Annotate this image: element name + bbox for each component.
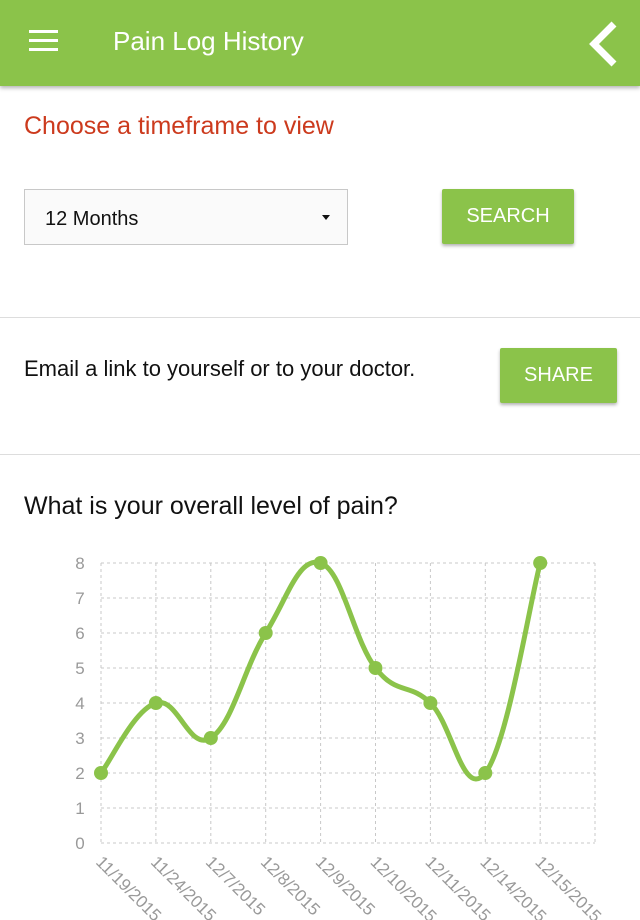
divider bbox=[0, 317, 640, 318]
chevron-left-icon[interactable] bbox=[584, 20, 624, 68]
data-point bbox=[203, 731, 218, 745]
y-tick-label: 4 bbox=[75, 694, 84, 713]
data-point bbox=[148, 696, 163, 710]
data-point bbox=[368, 661, 383, 675]
timeframe-prompt: Choose a timeframe to view bbox=[24, 112, 334, 140]
search-button[interactable]: SEARCH bbox=[442, 189, 574, 244]
data-point bbox=[423, 696, 438, 710]
divider bbox=[0, 454, 640, 455]
chart-question: What is your overall level of pain? bbox=[24, 492, 398, 520]
y-tick-label: 3 bbox=[75, 729, 84, 748]
y-tick-label: 8 bbox=[75, 554, 84, 573]
app-bar: Pain Log History bbox=[0, 0, 640, 86]
pain-level-chart: 01234567811/19/201511/24/201512/7/201512… bbox=[75, 554, 605, 920]
y-tick-label: 7 bbox=[75, 589, 84, 608]
x-tick-label: 12/8/2015 bbox=[257, 852, 324, 919]
y-tick-label: 5 bbox=[75, 659, 84, 678]
caret-down-icon bbox=[322, 215, 330, 220]
x-tick-label: 12/9/2015 bbox=[312, 852, 379, 919]
share-description: Email a link to yourself or to your doct… bbox=[24, 356, 416, 381]
y-tick-label: 2 bbox=[75, 764, 84, 783]
hamburger-menu-icon[interactable] bbox=[29, 30, 58, 52]
page-title: Pain Log History bbox=[113, 26, 304, 56]
y-tick-label: 0 bbox=[75, 834, 84, 853]
data-point bbox=[478, 766, 493, 780]
data-point bbox=[533, 556, 548, 570]
share-button[interactable]: SHARE bbox=[500, 348, 617, 403]
data-point bbox=[94, 766, 108, 780]
y-tick-label: 1 bbox=[75, 799, 84, 818]
y-tick-label: 6 bbox=[75, 624, 84, 643]
data-point bbox=[313, 556, 328, 570]
timeframe-select[interactable]: 12 Months bbox=[24, 189, 348, 245]
timeframe-selected-value: 12 Months bbox=[45, 208, 139, 230]
data-point bbox=[258, 626, 273, 640]
